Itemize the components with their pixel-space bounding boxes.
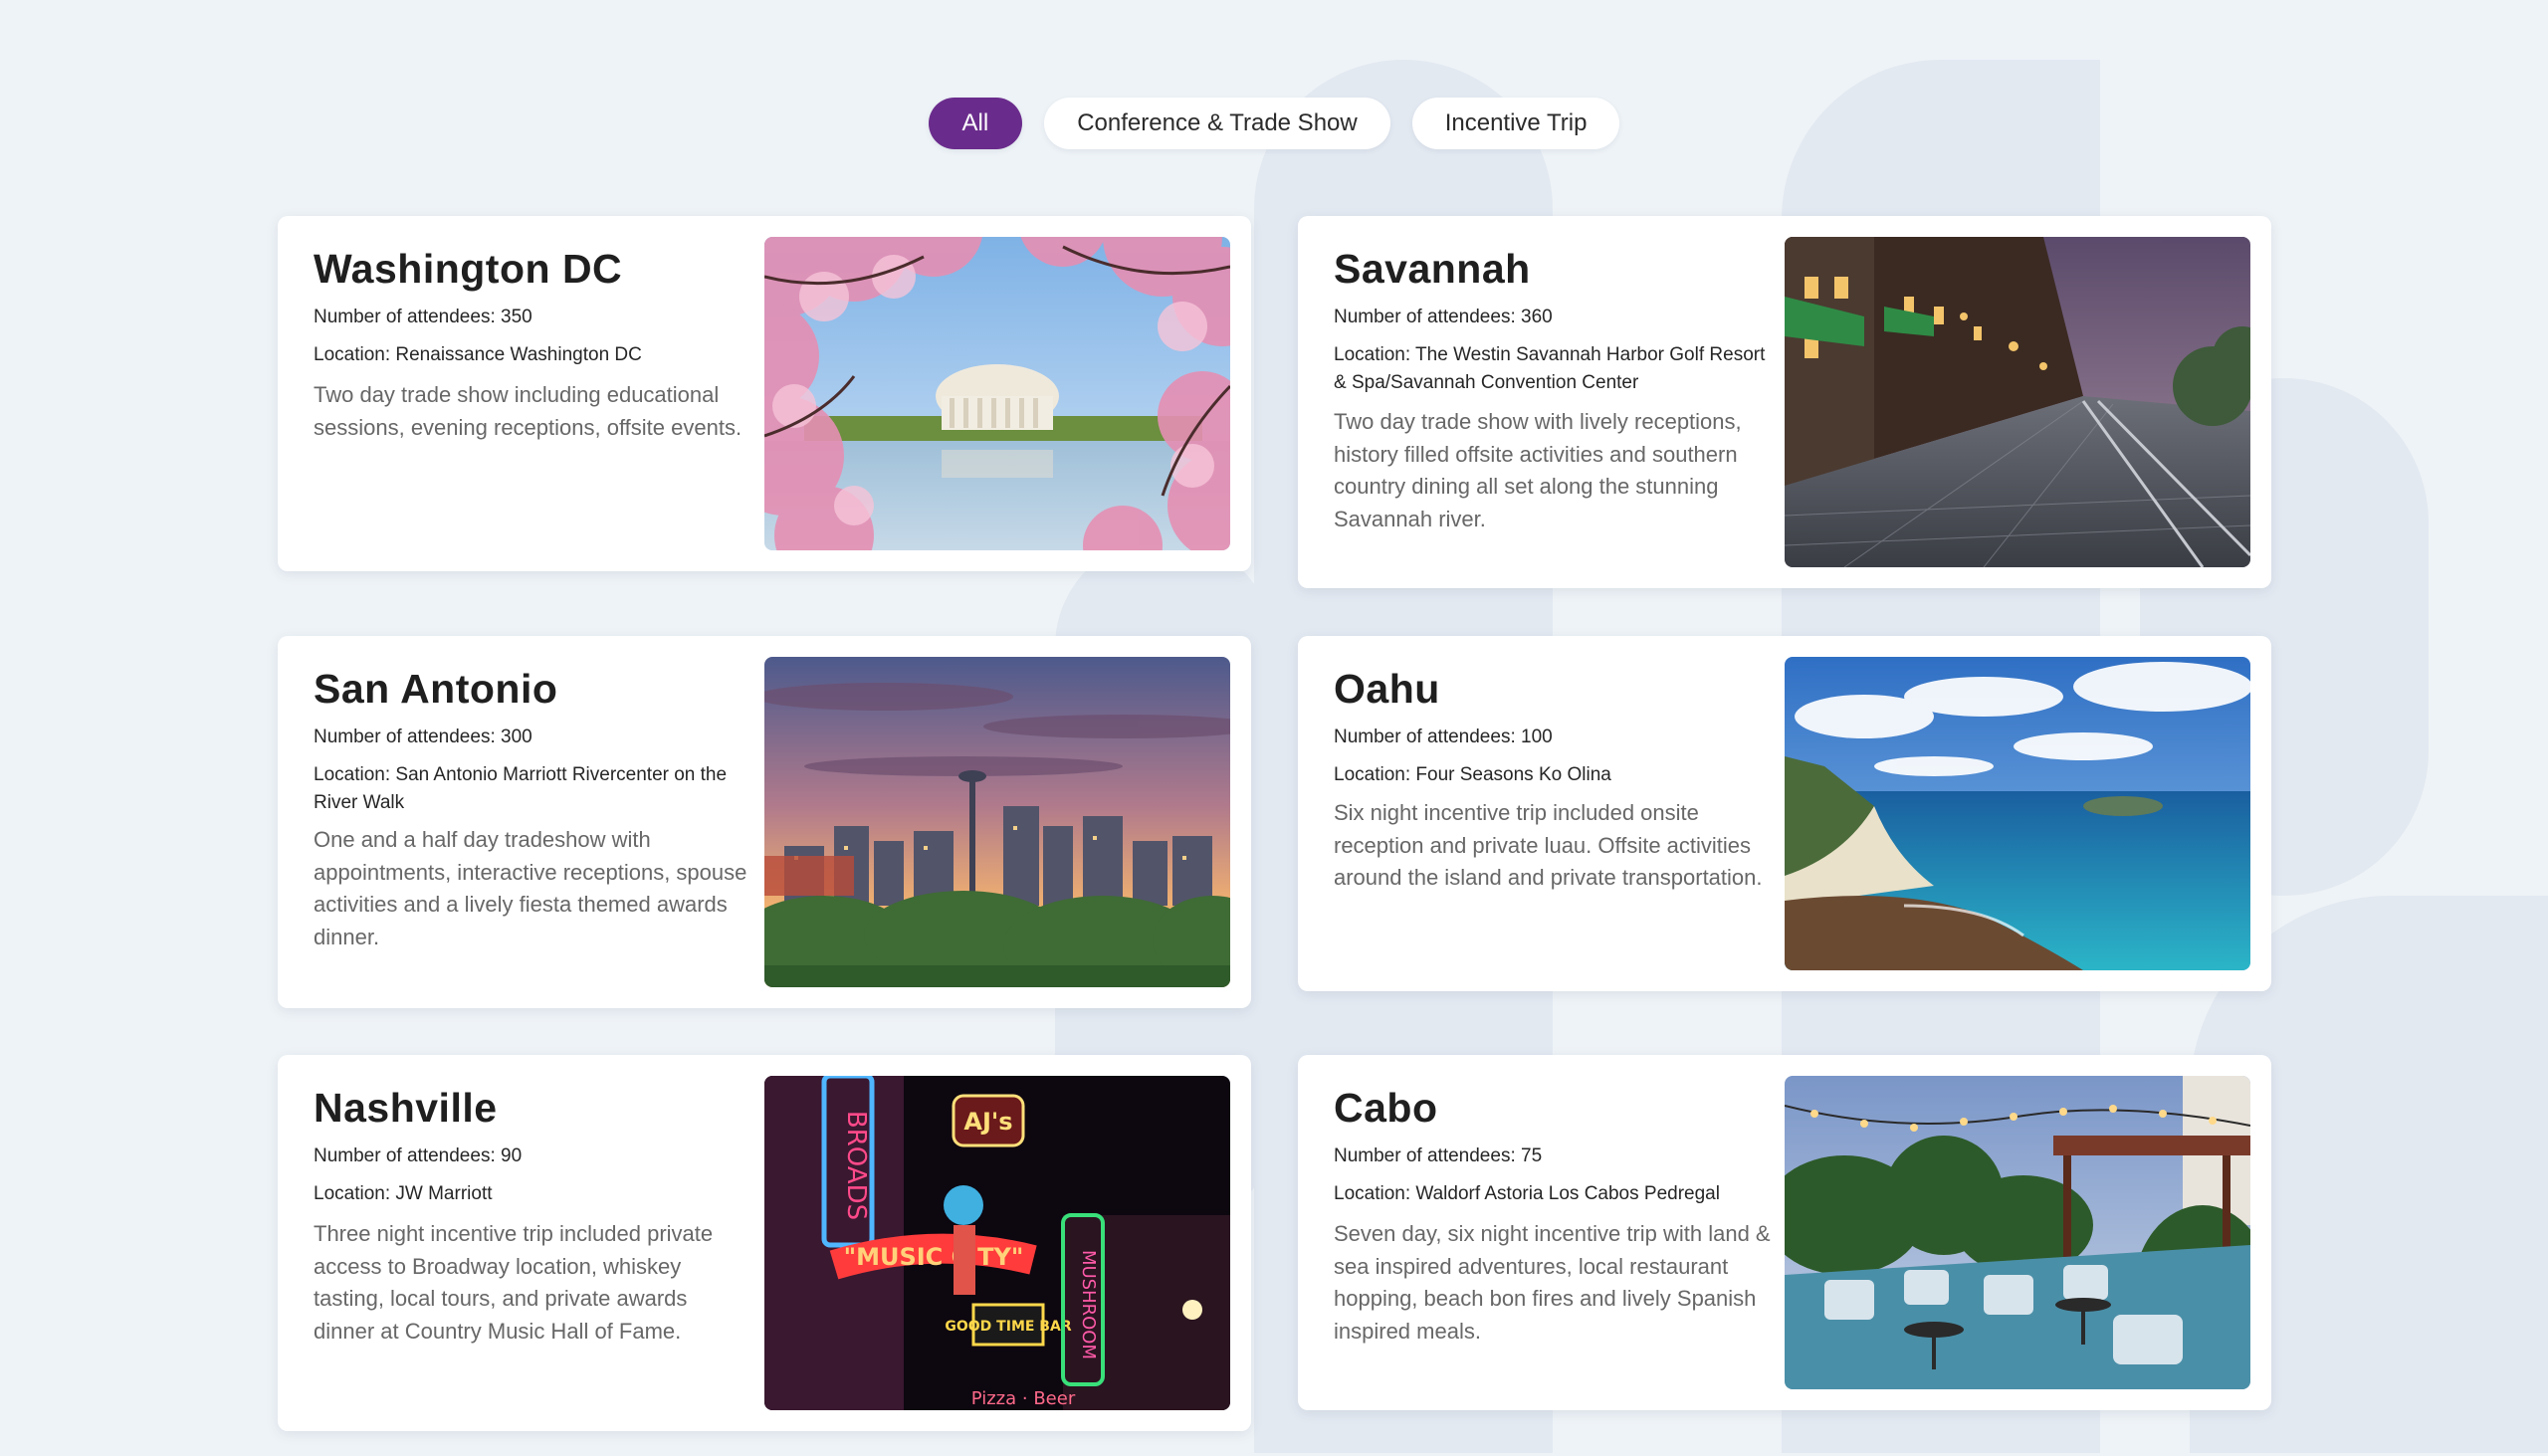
neon-sign-music-city: "MUSIC CITY" xyxy=(844,1243,1024,1271)
card-description: One and a half day tradeshow with appoin… xyxy=(314,827,747,949)
card-location: Location: Renaissance Washington DC xyxy=(314,344,642,365)
event-card-savannah[interactable]: Savannah Number of attendees: 360 Locati… xyxy=(1298,216,2271,588)
card-title: Savannah xyxy=(1334,246,1531,292)
filter-conference-trade-show-button[interactable]: Conference & Trade Show xyxy=(1044,98,1390,149)
card-attendees: Number of attendees: 100 xyxy=(1334,727,1553,747)
event-card-nashville[interactable]: Nashville Number of attendees: 90 Locati… xyxy=(278,1055,1251,1431)
cobblestone-street-night-photo xyxy=(1785,237,2250,567)
category-filter-bar: All Conference & Trade Show Incentive Tr… xyxy=(0,98,2548,149)
card-location: Location: Four Seasons Ko Olina xyxy=(1334,764,1611,785)
neon-sign-mushroom: MUSHROOM xyxy=(1078,1250,1099,1359)
event-card-washington-dc[interactable]: Washington DC Number of attendees: 350 L… xyxy=(278,216,1251,571)
card-location: Location: San Antonio Marriott Rivercent… xyxy=(314,764,728,813)
neon-sign-pizza-beer: Pizza · Beer xyxy=(971,1388,1076,1409)
filter-all-button[interactable]: All xyxy=(928,98,1023,149)
neon-signs-broadway-photo: BROADS AJ's "MUSIC CITY" GOOD TIME BAR M… xyxy=(764,1076,1230,1410)
neon-sign-broads: BROADS xyxy=(841,1111,871,1220)
neon-sign-good-time-bar: GOOD TIME BAR xyxy=(945,1319,1071,1335)
filter-incentive-trip-button[interactable]: Incentive Trip xyxy=(1411,98,1620,149)
card-attendees: Number of attendees: 360 xyxy=(1334,307,1553,327)
card-title: Oahu xyxy=(1334,666,1440,712)
card-description: Two day trade show including educational… xyxy=(314,382,743,440)
outdoor-patio-restaurant-photo xyxy=(1785,1076,2250,1389)
event-card-cabo[interactable]: Cabo Number of attendees: 75 Location: W… xyxy=(1298,1055,2271,1410)
card-attendees: Number of attendees: 300 xyxy=(314,727,532,747)
event-card-san-antonio[interactable]: San Antonio Number of attendees: 300 Loc… xyxy=(278,636,1251,1008)
event-card-oahu[interactable]: Oahu Number of attendees: 100 Location: … xyxy=(1298,636,2271,991)
card-attendees: Number of attendees: 75 xyxy=(1334,1145,1543,1166)
cherry-blossom-memorial-photo xyxy=(764,237,1230,550)
card-location: Location: JW Marriott xyxy=(314,1183,493,1204)
card-attendees: Number of attendees: 350 xyxy=(314,307,532,327)
card-location: Location: The Westin Savannah Harbor Gol… xyxy=(1334,344,1766,393)
card-title: Nashville xyxy=(314,1085,498,1131)
card-description: Seven day, six night incentive trip with… xyxy=(1334,1221,1771,1344)
city-skyline-sunset-photo xyxy=(764,657,1230,987)
card-location: Location: Waldorf Astoria Los Cabos Pedr… xyxy=(1334,1183,1720,1204)
card-title: Washington DC xyxy=(314,246,623,292)
neon-sign-ajs: AJ's xyxy=(963,1108,1012,1136)
card-title: San Antonio xyxy=(314,666,558,712)
card-description: Two day trade show with lively reception… xyxy=(1334,409,1742,531)
card-title: Cabo xyxy=(1334,1085,1438,1131)
card-attendees: Number of attendees: 90 xyxy=(314,1145,523,1166)
card-description: Three night incentive trip included priv… xyxy=(314,1221,714,1344)
card-description: Six night incentive trip included onsite… xyxy=(1334,800,1763,890)
tropical-coastline-photo xyxy=(1785,657,2250,970)
